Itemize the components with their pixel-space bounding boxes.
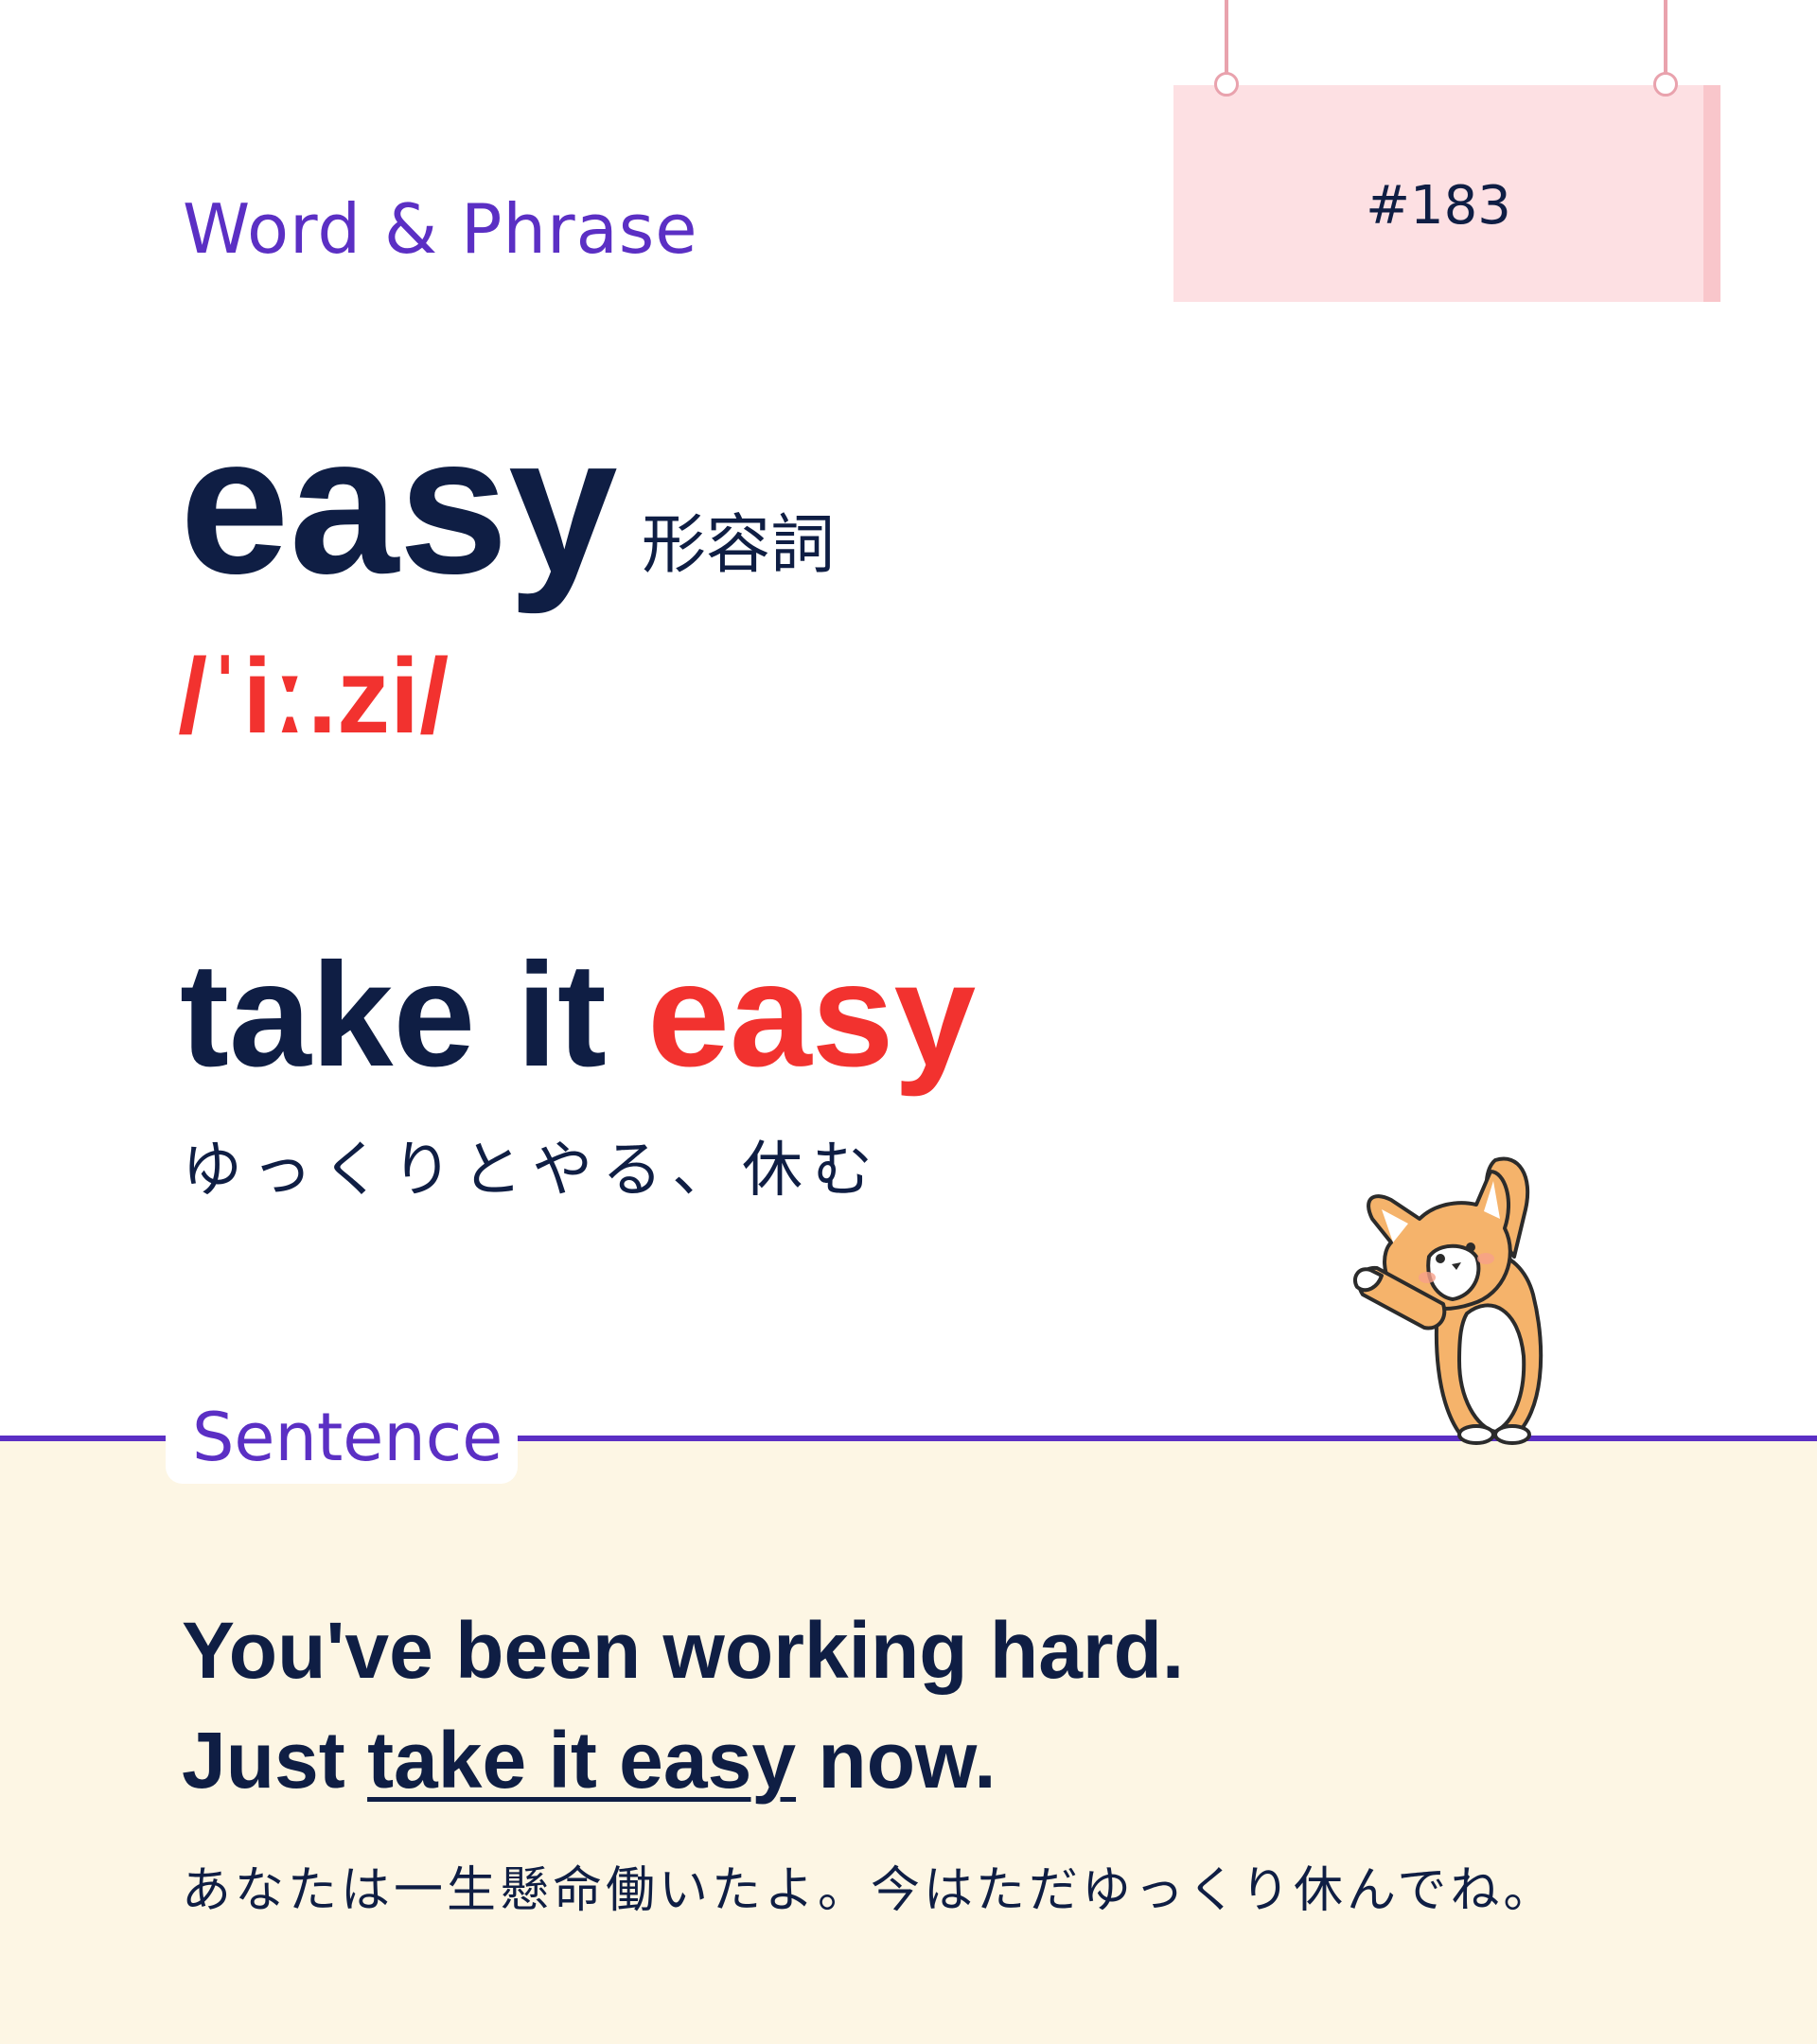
phrase-meaning: ゆっくりとやる、休む — [182, 1136, 882, 1206]
corgi-stretching-icon — [1353, 1156, 1544, 1445]
example-sentence-line-1: You've been working hard. — [182, 1606, 1185, 1695]
vocab-word: easy — [180, 396, 618, 615]
sentence-underlined-phrase: take it easy — [367, 1716, 797, 1805]
sign-rope-left — [1225, 0, 1228, 81]
sentence-before: Just — [182, 1716, 368, 1805]
sign-hook-left-icon — [1214, 72, 1239, 97]
sentence-after: now. — [796, 1716, 997, 1805]
phrase-highlight: easy — [647, 933, 977, 1098]
sign-rope-right — [1664, 0, 1667, 81]
sign-hook-right-icon — [1653, 72, 1678, 97]
phrase: take it easy — [180, 942, 976, 1089]
section-label-word-phrase: Word & Phrase — [183, 189, 698, 269]
sentence-translation: あなたは一生懸命働いたよ。今はただゆっくり休んでね。 — [182, 1862, 1557, 1919]
section-label-sentence: Sentence — [192, 1399, 503, 1476]
card-number: #183 — [1366, 175, 1511, 237]
part-of-speech: 形容詞 — [642, 508, 836, 583]
pronunciation: /ˈiː.zi/ — [178, 637, 450, 755]
number-sign: #183 — [1173, 85, 1720, 302]
phrase-prefix: take it — [180, 933, 648, 1098]
example-sentence-line-2: Just take it easy now. — [182, 1720, 997, 1800]
